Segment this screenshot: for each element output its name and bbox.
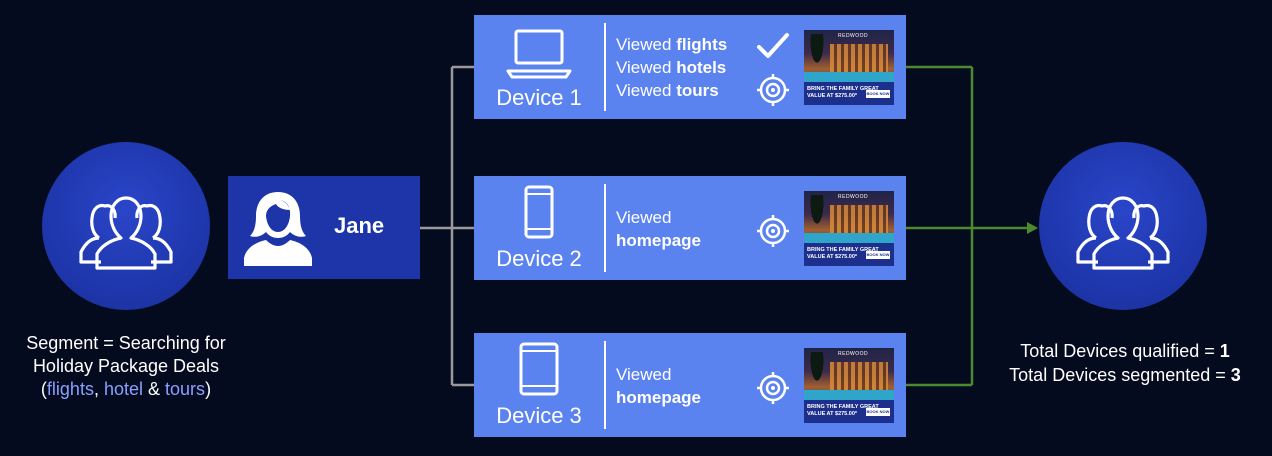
keyword-tours: tours xyxy=(165,379,206,399)
ad-cta: BOOK NOW xyxy=(866,90,890,98)
device-label: Device 1 xyxy=(496,85,582,110)
card-divider xyxy=(604,341,606,429)
viewed-item: Viewed tours xyxy=(616,81,719,100)
keyword-hotel: hotel xyxy=(103,379,144,399)
keyword-flights: flights xyxy=(46,379,94,399)
laptop-icon xyxy=(506,29,572,79)
target-icon xyxy=(757,215,789,247)
viewed-item: Viewed hotels xyxy=(616,58,727,77)
checkmark-icon xyxy=(757,33,789,58)
result-segment-circle xyxy=(1039,142,1207,310)
ad-brand: REDWOOD xyxy=(838,33,869,39)
device-card-3: Device 3 Viewed homepage REDWOOD BRING T… xyxy=(474,333,906,437)
tablet-icon xyxy=(519,342,559,396)
people-group-icon xyxy=(1076,196,1170,270)
ad-thumbnail: REDWOOD BRING THE FAMILY GREAT VALUE AT $… xyxy=(804,191,894,266)
card-divider xyxy=(604,23,606,111)
close-paren: ) xyxy=(205,379,212,399)
viewed-list: Viewed homepage xyxy=(616,363,701,409)
viewed-list: Viewed flights Viewed hotels Viewed tour… xyxy=(616,33,727,102)
diagram-stage: Segment = Searching for Holiday Package … xyxy=(0,0,1272,456)
arrow-head xyxy=(1027,222,1038,234)
segment-caption-line1: Segment = Searching for xyxy=(26,333,226,353)
separator-ampersand: & xyxy=(143,379,166,399)
separator-comma: , xyxy=(93,379,104,399)
device-card-2: Device 2 Viewed homepage REDWOOD BRING T… xyxy=(474,176,906,280)
viewed-list: Viewed homepage xyxy=(616,206,701,252)
person-box: Jane xyxy=(228,176,420,279)
segment-caption-line2: Holiday Package Deals xyxy=(32,356,220,376)
phone-icon xyxy=(524,185,554,239)
segment-circle xyxy=(42,142,210,310)
ad-thumbnail: REDWOOD BRING THE FAMILY GREAT VALUE AT $… xyxy=(804,30,894,105)
device-label: Device 2 xyxy=(496,246,582,271)
viewed-item: homepage xyxy=(616,388,702,407)
total-segmented: Total Devices segmented = 3 xyxy=(1009,365,1241,385)
ad-banner: BRING THE FAMILY GREAT VALUE AT $275.00* … xyxy=(804,82,894,105)
target-icon xyxy=(757,74,789,106)
ad-thumbnail: REDWOOD BRING THE FAMILY GREAT VALUE AT $… xyxy=(804,348,894,423)
device-card-1: Device 1 Viewed flights Viewed hotels Vi… xyxy=(474,15,906,119)
viewed-item: Viewed xyxy=(616,208,672,227)
segment-caption-line3: (flights, hotel & tours) xyxy=(0,378,252,401)
ad-cta: BOOK NOW xyxy=(866,408,890,416)
ad-cta: BOOK NOW xyxy=(866,251,890,259)
viewed-item: Viewed flights xyxy=(616,35,728,54)
ad-banner: BRING THE FAMILY GREAT VALUE AT $275.00* … xyxy=(804,243,894,266)
woman-avatar-icon xyxy=(244,192,312,266)
totals-caption: Total Devices qualified = 1 Total Device… xyxy=(985,339,1265,387)
total-qualified: Total Devices qualified = 1 xyxy=(1020,341,1230,361)
target-icon xyxy=(757,372,789,404)
device-label: Device 3 xyxy=(496,403,582,428)
card-divider xyxy=(604,184,606,272)
segment-caption: Segment = Searching for Holiday Package … xyxy=(0,332,252,401)
people-group-icon xyxy=(79,196,173,270)
ad-brand: REDWOOD xyxy=(838,194,869,200)
ad-banner: BRING THE FAMILY GREAT VALUE AT $275.00* … xyxy=(804,400,894,423)
ad-brand: REDWOOD xyxy=(838,351,869,357)
viewed-item: homepage xyxy=(616,231,702,250)
person-name: Jane xyxy=(334,213,385,238)
viewed-item: Viewed xyxy=(616,365,672,384)
